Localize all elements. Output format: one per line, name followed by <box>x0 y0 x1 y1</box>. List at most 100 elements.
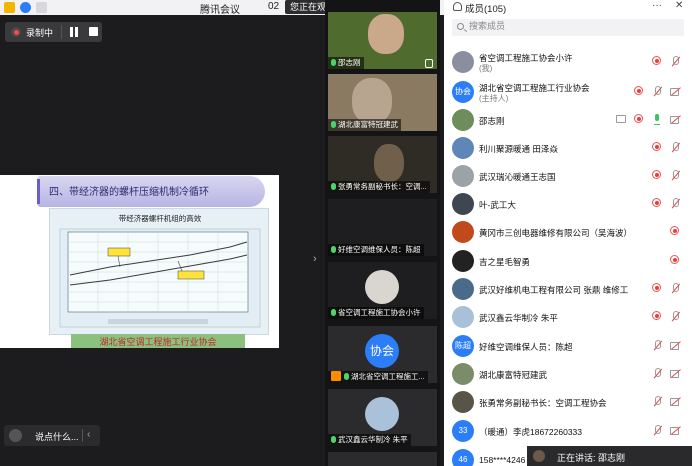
member-row[interactable]: 利川聚源暖通 田泽焱 <box>444 134 692 162</box>
recording-icon[interactable] <box>652 56 661 65</box>
member-role: (我) <box>479 64 493 73</box>
mic-muted-icon[interactable] <box>652 340 662 351</box>
member-row[interactable]: 陈超 好维空调维保人员：陈超 <box>444 332 692 360</box>
slide-chart-graphic <box>59 228 261 328</box>
member-row[interactable]: 33 （暖通）李虎18672260333 <box>444 417 692 445</box>
video-tile[interactable]: 协会 湖北省空调工程施工... <box>328 326 437 383</box>
close-icon[interactable]: ✕ <box>675 0 683 11</box>
app-logo-icon <box>4 2 15 13</box>
member-row[interactable]: 武汉鑫云华制冷 朱平 <box>444 303 692 331</box>
camera-off-icon[interactable] <box>670 87 681 96</box>
member-row[interactable]: 湖北康富特冠建武 <box>444 360 692 388</box>
presentation-slide: 四、带经济器的螺杆压缩机制冷循环 带经济器螺杆机组的高效 湖北省空调工程施工行业… <box>0 175 279 348</box>
member-row[interactable]: 吉之星毛智勇 <box>444 247 692 275</box>
recording-icon[interactable] <box>634 114 643 123</box>
mic-muted-icon[interactable] <box>670 142 680 153</box>
mic-icon[interactable] <box>652 114 662 125</box>
member-row[interactable]: 武汉瑞沁暖通王志国 <box>444 162 692 190</box>
slide-title: 四、带经济器的螺杆压缩机制冷循环 <box>49 187 209 198</box>
recording-icon[interactable] <box>652 311 661 320</box>
chevron-left-icon[interactable]: ‹ <box>87 429 90 440</box>
meeting-time: 02 <box>268 1 280 12</box>
camera-off-icon[interactable] <box>670 369 681 378</box>
screen-share-icon[interactable] <box>616 115 626 123</box>
mic-muted-icon[interactable] <box>670 198 680 209</box>
camera-off-icon[interactable] <box>670 397 681 406</box>
video-tile[interactable] <box>328 452 437 466</box>
member-name: 省空调工程施工协会小许 <box>479 53 573 63</box>
camera-off-icon[interactable] <box>670 426 681 435</box>
more-options-icon[interactable]: ··· <box>652 0 662 11</box>
recording-icon[interactable] <box>652 283 661 292</box>
avatar <box>452 193 474 215</box>
member-name: 黄冈市三创电器维修有限公司（吴海波） <box>479 228 633 238</box>
member-name: 张勇常务副秘书长：空调工程协会 <box>479 398 607 408</box>
host-badge-icon <box>331 371 341 381</box>
member-row[interactable]: 协会 湖北省空调工程施工行业协会 (主持人) <box>444 78 692 106</box>
meeting-app: 腾讯会议 02 您正在观看邵志刚的屏幕 ☰ 录制中 四、带经济器的螺杆压缩机制冷… <box>0 0 692 466</box>
recording-icon[interactable] <box>652 170 661 179</box>
search-input[interactable] <box>469 21 669 31</box>
mic-muted-icon[interactable] <box>652 396 662 407</box>
video-tile-name: 省空调工程施工协会小许 <box>328 307 424 319</box>
video-tile[interactable]: 好维空调维保人员：陈超 <box>328 199 437 256</box>
avatar: 协会 <box>452 81 474 103</box>
avatar <box>365 397 399 431</box>
mic-icon <box>344 373 349 380</box>
member-name: 武汉好维机电工程有限公司 张鼎 维修工 <box>479 285 629 295</box>
divider <box>61 25 62 39</box>
video-tile[interactable]: 武汉鑫云华制冷 朱平 <box>328 389 437 446</box>
mic-muted-icon[interactable] <box>652 86 662 97</box>
signal-icon[interactable] <box>36 2 47 13</box>
user-icon <box>425 59 433 68</box>
mic-muted-icon[interactable] <box>670 311 680 322</box>
search-icon <box>457 23 464 30</box>
avatar: 协会 <box>365 334 399 368</box>
members-header: 成员(105) ··· ✕ <box>444 0 692 15</box>
mic-muted-icon[interactable] <box>670 283 680 294</box>
recording-icon[interactable] <box>652 198 661 207</box>
chat-input[interactable]: 说点什么... ‹ <box>4 425 100 446</box>
slide-title-banner: 四、带经济器的螺杆压缩机制冷循环 <box>37 176 265 207</box>
pause-recording-button[interactable] <box>69 27 79 37</box>
avatar <box>452 306 474 328</box>
chevron-right-icon[interactable]: › <box>313 253 317 265</box>
member-name: 湖北康富特冠建武 <box>479 370 548 380</box>
video-tile[interactable]: 邵志刚 <box>328 12 437 69</box>
video-tile[interactable]: 湖北康富特冠建武 <box>328 74 437 131</box>
video-tile-name: 张勇常务副秘书长：空调... <box>328 181 430 193</box>
mic-muted-icon[interactable] <box>670 56 680 67</box>
recording-icon[interactable] <box>670 255 679 264</box>
recording-icon[interactable] <box>670 226 679 235</box>
member-role: (主持人) <box>479 94 509 103</box>
avatar <box>452 165 474 187</box>
recording-icon[interactable] <box>652 142 661 151</box>
member-row[interactable]: 叶-武工大 <box>444 190 692 218</box>
recording-icon[interactable] <box>634 86 643 95</box>
video-tile[interactable]: 省空调工程施工协会小许 <box>328 262 437 319</box>
mic-muted-icon[interactable] <box>652 368 662 379</box>
member-row[interactable]: 邵志刚 <box>444 106 692 134</box>
mic-muted-icon[interactable] <box>670 170 680 181</box>
shield-icon[interactable] <box>20 2 31 13</box>
member-row[interactable]: 省空调工程施工协会小许 (我) <box>444 48 692 76</box>
camera-off-icon[interactable] <box>670 341 681 350</box>
mic-icon <box>331 436 336 443</box>
member-name: 叶-武工大 <box>479 200 516 210</box>
video-tile-name: 湖北省空调工程施工... <box>328 371 428 383</box>
avatar <box>452 137 474 159</box>
member-row[interactable]: 黄冈市三创电器维修有限公司（吴海波） <box>444 218 692 246</box>
slide-footer-banner: 湖北省空调工程施工行业协会 <box>71 334 245 348</box>
mic-muted-icon[interactable] <box>652 425 662 436</box>
stop-recording-button[interactable] <box>89 27 98 36</box>
mic-icon <box>331 309 336 316</box>
avatar <box>365 270 399 304</box>
member-search[interactable] <box>452 19 684 36</box>
member-row[interactable]: 武汉好维机电工程有限公司 张鼎 维修工 <box>444 275 692 303</box>
recording-label: 录制中 <box>26 28 54 38</box>
divider <box>82 429 83 442</box>
member-name: 好维空调维保人员：陈超 <box>479 342 573 352</box>
camera-off-icon[interactable] <box>670 115 681 124</box>
video-tile[interactable]: 张勇常务副秘书长：空调... <box>328 136 437 193</box>
member-row[interactable]: 张勇常务副秘书长：空调工程协会 <box>444 388 692 416</box>
